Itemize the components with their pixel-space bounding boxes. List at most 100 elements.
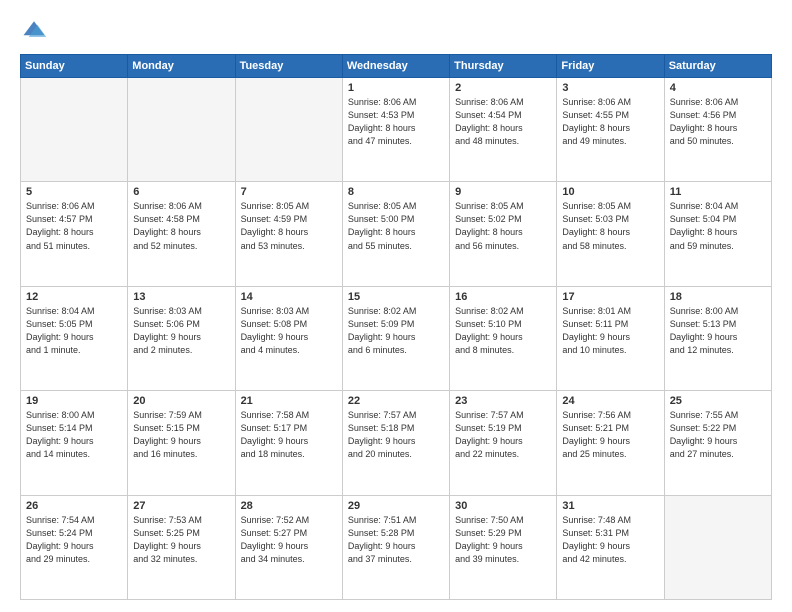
day-info: Sunrise: 7:57 AM Sunset: 5:19 PM Dayligh… bbox=[455, 409, 551, 461]
day-info: Sunrise: 8:04 AM Sunset: 5:05 PM Dayligh… bbox=[26, 305, 122, 357]
calendar-week-2: 5 Sunrise: 8:06 AM Sunset: 4:57 PM Daylig… bbox=[21, 182, 772, 286]
day-info: Sunrise: 7:57 AM Sunset: 5:18 PM Dayligh… bbox=[348, 409, 444, 461]
weekday-header-saturday: Saturday bbox=[664, 55, 771, 78]
calendar-cell: 9 Sunrise: 8:05 AM Sunset: 5:02 PM Daylig… bbox=[450, 182, 557, 286]
day-number: 3 bbox=[562, 82, 658, 94]
day-info: Sunrise: 8:06 AM Sunset: 4:53 PM Dayligh… bbox=[348, 96, 444, 148]
calendar-table: SundayMondayTuesdayWednesdayThursdayFrid… bbox=[20, 54, 772, 600]
day-info: Sunrise: 7:54 AM Sunset: 5:24 PM Dayligh… bbox=[26, 514, 122, 566]
day-number: 17 bbox=[562, 291, 658, 303]
day-info: Sunrise: 8:06 AM Sunset: 4:55 PM Dayligh… bbox=[562, 96, 658, 148]
day-info: Sunrise: 8:05 AM Sunset: 5:02 PM Dayligh… bbox=[455, 200, 551, 252]
day-number: 27 bbox=[133, 500, 229, 512]
day-info: Sunrise: 8:02 AM Sunset: 5:09 PM Dayligh… bbox=[348, 305, 444, 357]
day-number: 22 bbox=[348, 395, 444, 407]
day-number: 31 bbox=[562, 500, 658, 512]
day-number: 2 bbox=[455, 82, 551, 94]
day-number: 23 bbox=[455, 395, 551, 407]
day-number: 29 bbox=[348, 500, 444, 512]
calendar-week-4: 19 Sunrise: 8:00 AM Sunset: 5:14 PM Dayli… bbox=[21, 391, 772, 495]
calendar-cell bbox=[664, 495, 771, 599]
day-info: Sunrise: 7:59 AM Sunset: 5:15 PM Dayligh… bbox=[133, 409, 229, 461]
calendar-cell: 2Sunrise: 8:06 AM Sunset: 4:54 PM Daylig… bbox=[450, 78, 557, 182]
calendar-cell: 11 Sunrise: 8:04 AM Sunset: 5:04 PM Dayli… bbox=[664, 182, 771, 286]
day-number: 9 bbox=[455, 186, 551, 198]
weekday-header-thursday: Thursday bbox=[450, 55, 557, 78]
day-number: 28 bbox=[241, 500, 337, 512]
day-number: 1 bbox=[348, 82, 444, 94]
calendar-cell: 23 Sunrise: 7:57 AM Sunset: 5:19 PM Dayli… bbox=[450, 391, 557, 495]
weekday-header-row: SundayMondayTuesdayWednesdayThursdayFrid… bbox=[21, 55, 772, 78]
calendar-cell bbox=[21, 78, 128, 182]
calendar-cell: 13 Sunrise: 8:03 AM Sunset: 5:06 PM Dayli… bbox=[128, 286, 235, 390]
day-info: Sunrise: 8:01 AM Sunset: 5:11 PM Dayligh… bbox=[562, 305, 658, 357]
calendar-week-1: 1 Sunrise: 8:06 AM Sunset: 4:53 PM Daylig… bbox=[21, 78, 772, 182]
day-number: 24 bbox=[562, 395, 658, 407]
day-number: 30 bbox=[455, 500, 551, 512]
day-info: Sunrise: 8:04 AM Sunset: 5:04 PM Dayligh… bbox=[670, 200, 766, 252]
calendar-cell: 1 Sunrise: 8:06 AM Sunset: 4:53 PM Daylig… bbox=[342, 78, 449, 182]
calendar-cell: 27 Sunrise: 7:53 AM Sunset: 5:25 PM Dayli… bbox=[128, 495, 235, 599]
day-number: 20 bbox=[133, 395, 229, 407]
day-number: 7 bbox=[241, 186, 337, 198]
calendar-cell: 19 Sunrise: 8:00 AM Sunset: 5:14 PM Dayli… bbox=[21, 391, 128, 495]
calendar-cell: 5 Sunrise: 8:06 AM Sunset: 4:57 PM Daylig… bbox=[21, 182, 128, 286]
calendar-cell: 29 Sunrise: 7:51 AM Sunset: 5:28 PM Dayli… bbox=[342, 495, 449, 599]
calendar-cell: 10 Sunrise: 8:05 AM Sunset: 5:03 PM Dayli… bbox=[557, 182, 664, 286]
calendar-cell: 22 Sunrise: 7:57 AM Sunset: 5:18 PM Dayli… bbox=[342, 391, 449, 495]
calendar-cell bbox=[128, 78, 235, 182]
day-info: Sunrise: 7:53 AM Sunset: 5:25 PM Dayligh… bbox=[133, 514, 229, 566]
day-info: Sunrise: 8:06 AM Sunset: 4:57 PM Dayligh… bbox=[26, 200, 122, 252]
day-info: Sunrise: 8:06 AM Sunset: 4:58 PM Dayligh… bbox=[133, 200, 229, 252]
calendar-cell: 16Sunrise: 8:02 AM Sunset: 5:10 PM Dayli… bbox=[450, 286, 557, 390]
calendar-cell bbox=[235, 78, 342, 182]
calendar-cell: 21 Sunrise: 7:58 AM Sunset: 5:17 PM Dayli… bbox=[235, 391, 342, 495]
day-info: Sunrise: 8:05 AM Sunset: 5:03 PM Dayligh… bbox=[562, 200, 658, 252]
page: SundayMondayTuesdayWednesdayThursdayFrid… bbox=[0, 0, 792, 612]
weekday-header-friday: Friday bbox=[557, 55, 664, 78]
day-number: 6 bbox=[133, 186, 229, 198]
day-info: Sunrise: 8:00 AM Sunset: 5:14 PM Dayligh… bbox=[26, 409, 122, 461]
header bbox=[20, 16, 772, 44]
calendar-cell: 14 Sunrise: 8:03 AM Sunset: 5:08 PM Dayli… bbox=[235, 286, 342, 390]
day-info: Sunrise: 7:55 AM Sunset: 5:22 PM Dayligh… bbox=[670, 409, 766, 461]
calendar-cell: 8 Sunrise: 8:05 AM Sunset: 5:00 PM Daylig… bbox=[342, 182, 449, 286]
day-info: Sunrise: 7:58 AM Sunset: 5:17 PM Dayligh… bbox=[241, 409, 337, 461]
calendar-cell: 26 Sunrise: 7:54 AM Sunset: 5:24 PM Dayli… bbox=[21, 495, 128, 599]
day-info: Sunrise: 7:50 AM Sunset: 5:29 PM Dayligh… bbox=[455, 514, 551, 566]
calendar-cell: 4Sunrise: 8:06 AM Sunset: 4:56 PM Daylig… bbox=[664, 78, 771, 182]
weekday-header-tuesday: Tuesday bbox=[235, 55, 342, 78]
day-number: 13 bbox=[133, 291, 229, 303]
calendar-cell: 25Sunrise: 7:55 AM Sunset: 5:22 PM Dayli… bbox=[664, 391, 771, 495]
day-number: 16 bbox=[455, 291, 551, 303]
calendar-cell: 15 Sunrise: 8:02 AM Sunset: 5:09 PM Dayli… bbox=[342, 286, 449, 390]
day-info: Sunrise: 8:05 AM Sunset: 5:00 PM Dayligh… bbox=[348, 200, 444, 252]
day-info: Sunrise: 7:56 AM Sunset: 5:21 PM Dayligh… bbox=[562, 409, 658, 461]
day-info: Sunrise: 7:51 AM Sunset: 5:28 PM Dayligh… bbox=[348, 514, 444, 566]
calendar-cell: 18Sunrise: 8:00 AM Sunset: 5:13 PM Dayli… bbox=[664, 286, 771, 390]
calendar-cell: 28 Sunrise: 7:52 AM Sunset: 5:27 PM Dayli… bbox=[235, 495, 342, 599]
day-number: 8 bbox=[348, 186, 444, 198]
calendar-cell: 20 Sunrise: 7:59 AM Sunset: 5:15 PM Dayli… bbox=[128, 391, 235, 495]
day-number: 26 bbox=[26, 500, 122, 512]
day-info: Sunrise: 7:48 AM Sunset: 5:31 PM Dayligh… bbox=[562, 514, 658, 566]
day-info: Sunrise: 7:52 AM Sunset: 5:27 PM Dayligh… bbox=[241, 514, 337, 566]
calendar-cell: 17 Sunrise: 8:01 AM Sunset: 5:11 PM Dayli… bbox=[557, 286, 664, 390]
day-number: 10 bbox=[562, 186, 658, 198]
day-number: 15 bbox=[348, 291, 444, 303]
day-info: Sunrise: 8:03 AM Sunset: 5:08 PM Dayligh… bbox=[241, 305, 337, 357]
day-number: 4 bbox=[670, 82, 766, 94]
day-number: 19 bbox=[26, 395, 122, 407]
calendar-cell: 24 Sunrise: 7:56 AM Sunset: 5:21 PM Dayli… bbox=[557, 391, 664, 495]
day-info: Sunrise: 8:03 AM Sunset: 5:06 PM Dayligh… bbox=[133, 305, 229, 357]
calendar-week-3: 12Sunrise: 8:04 AM Sunset: 5:05 PM Dayli… bbox=[21, 286, 772, 390]
day-number: 21 bbox=[241, 395, 337, 407]
day-number: 5 bbox=[26, 186, 122, 198]
logo-icon bbox=[20, 16, 48, 44]
calendar-cell: 12Sunrise: 8:04 AM Sunset: 5:05 PM Dayli… bbox=[21, 286, 128, 390]
day-number: 18 bbox=[670, 291, 766, 303]
day-number: 14 bbox=[241, 291, 337, 303]
weekday-header-sunday: Sunday bbox=[21, 55, 128, 78]
weekday-header-wednesday: Wednesday bbox=[342, 55, 449, 78]
day-number: 11 bbox=[670, 186, 766, 198]
